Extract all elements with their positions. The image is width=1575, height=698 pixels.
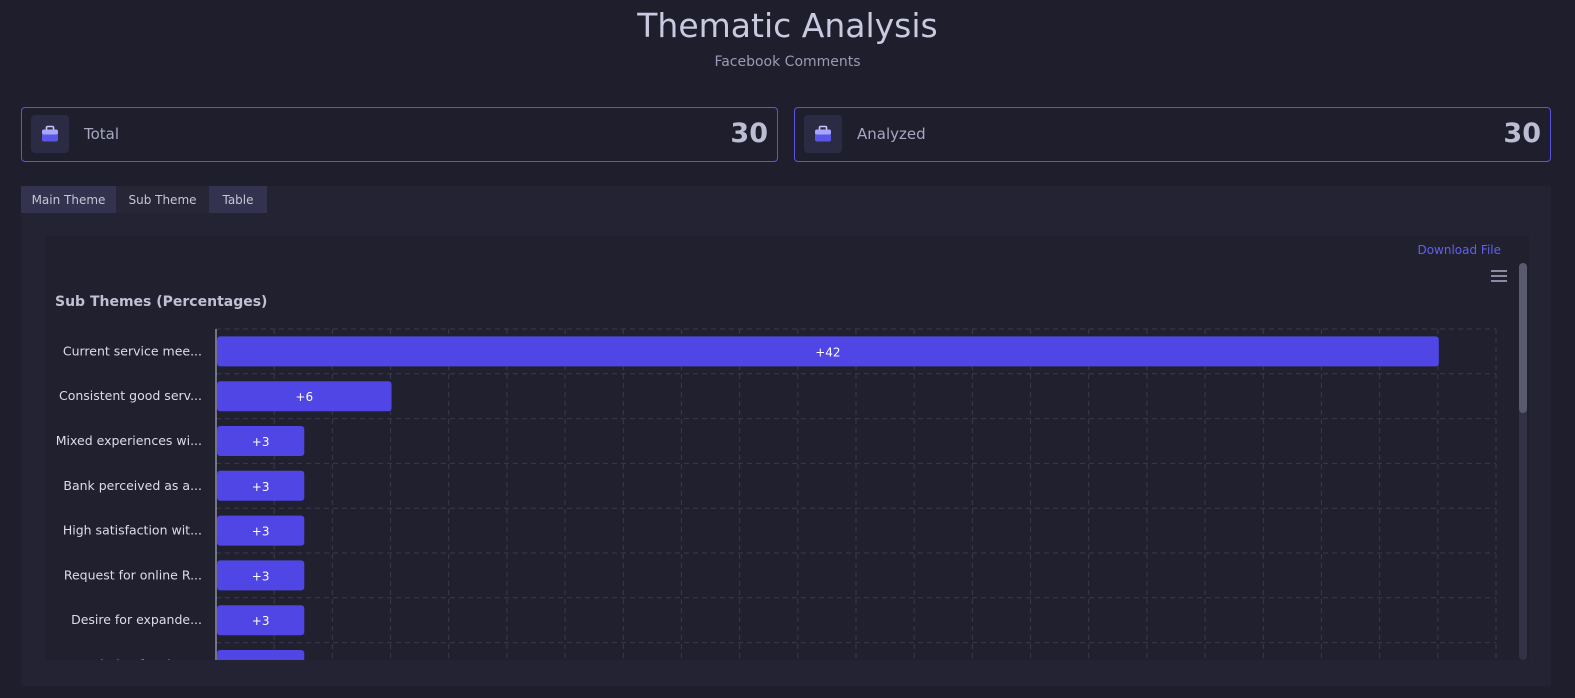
chart-card: Download File Sub Themes (Percentages) +… xyxy=(45,236,1529,660)
tab-sub-theme[interactable]: Sub Theme xyxy=(116,186,209,213)
bar-data-label: +3 xyxy=(252,525,270,539)
scrollbar-thumb[interactable] xyxy=(1519,263,1527,413)
category-tick-label: Mixed experiences wi... xyxy=(56,433,202,448)
page-title: Thematic Analysis xyxy=(637,6,938,45)
tab-main-theme[interactable]: Main Theme xyxy=(21,186,116,213)
bar-data-label: +3 xyxy=(252,659,270,660)
bar-data-label: +3 xyxy=(252,614,270,628)
category-tick-label: Consistent good serv... xyxy=(59,388,202,403)
stat-label: Analyzed xyxy=(857,125,926,143)
category-tick-label: High satisfaction wit... xyxy=(63,523,202,538)
category-tick-label: Appreciation for clear... xyxy=(56,657,202,660)
bar-data-label: +3 xyxy=(252,435,270,449)
stat-label: Total xyxy=(84,125,120,143)
category-tick-label: Bank perceived as a... xyxy=(63,478,202,493)
page-subtitle: Facebook Comments xyxy=(714,54,861,70)
bar-data-label: +3 xyxy=(252,480,270,494)
stat-value: 30 xyxy=(1503,118,1541,149)
stat-card-analyzed: Analyzed 30 xyxy=(794,107,1551,162)
briefcase-icon xyxy=(31,115,69,153)
scrollbar[interactable] xyxy=(1519,263,1527,660)
category-tick-label: Current service mee... xyxy=(63,343,202,358)
tab-table[interactable]: Table xyxy=(209,186,267,213)
stat-value: 30 xyxy=(730,118,768,149)
analysis-panel: Main Theme Sub Theme Table Download File… xyxy=(21,186,1551,686)
bar-data-label: +6 xyxy=(295,390,313,404)
bar-data-label: +3 xyxy=(252,569,270,583)
category-tick-label: Desire for expande... xyxy=(71,612,202,627)
category-tick-label: Request for online R... xyxy=(64,567,202,582)
stat-card-total: Total 30 xyxy=(21,107,778,162)
bar-data-label: +42 xyxy=(815,345,840,359)
briefcase-icon xyxy=(804,115,842,153)
bar-chart: +42 Current service mee... +6 Consistent go… xyxy=(56,328,1497,660)
